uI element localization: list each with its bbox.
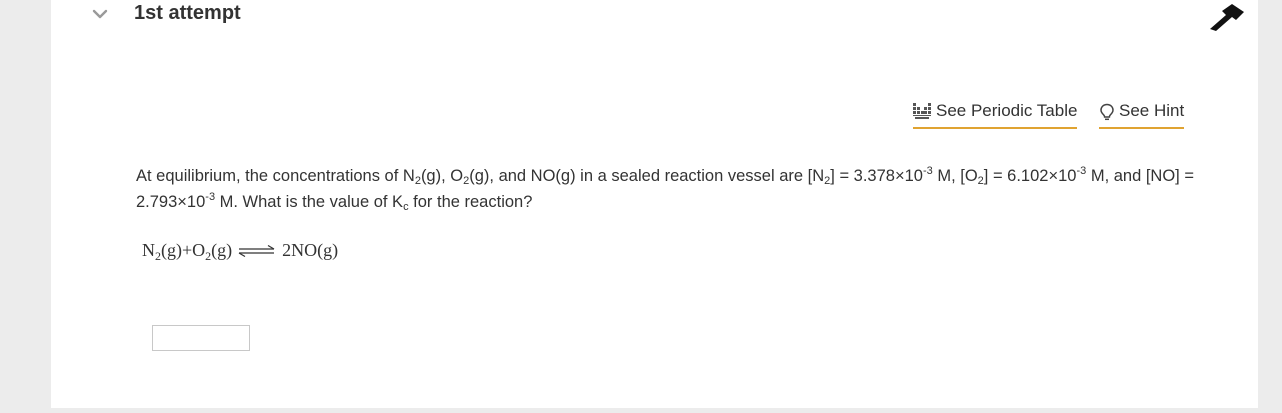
attempt-title: 1st attempt bbox=[134, 2, 241, 24]
equilibrium-arrow-icon bbox=[238, 244, 275, 257]
hint-label: See Hint bbox=[1119, 101, 1185, 120]
reaction-equation: N2(g) + O2(g) 2NO(g) bbox=[142, 240, 339, 263]
reactant-n2: N2(g) bbox=[142, 240, 182, 263]
see-hint-link[interactable]: See Hint bbox=[1099, 101, 1185, 129]
answer-input[interactable] bbox=[152, 325, 250, 351]
plus-sign: + bbox=[182, 240, 193, 260]
see-periodic-table-link[interactable]: See Periodic Table bbox=[913, 101, 1078, 129]
chevron-down-icon[interactable] bbox=[92, 8, 108, 20]
question-text: At equilibrium, the concentrations of N2… bbox=[136, 165, 1194, 213]
reactant-o2: O2(g) bbox=[192, 240, 233, 263]
periodic-table-label: See Periodic Table bbox=[936, 101, 1078, 120]
product-no: 2NO(g) bbox=[282, 240, 339, 260]
periodic-table-icon bbox=[913, 103, 931, 119]
pin-icon[interactable] bbox=[1206, 0, 1248, 32]
lightbulb-icon bbox=[1100, 103, 1114, 121]
